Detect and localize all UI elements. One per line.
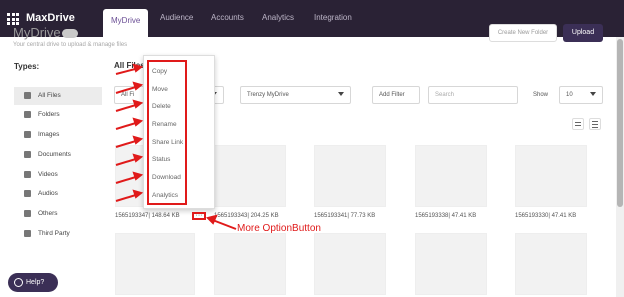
help-label: Help?	[26, 279, 45, 286]
annotation-arrows	[115, 63, 237, 230]
arrowhead-download	[132, 171, 144, 181]
arrowhead-more-option	[206, 214, 218, 225]
arrowhead-share-link	[132, 135, 144, 145]
arrowhead-delete	[132, 99, 144, 109]
arrowhead-status	[132, 153, 144, 163]
help-chat-icon	[14, 278, 23, 287]
help-button[interactable]: Help?	[8, 273, 58, 292]
arrowhead-copy	[132, 63, 144, 73]
arrowhead-analytics	[132, 189, 144, 199]
arrowhead-move	[132, 81, 144, 91]
arrowhead-rename	[132, 117, 144, 127]
